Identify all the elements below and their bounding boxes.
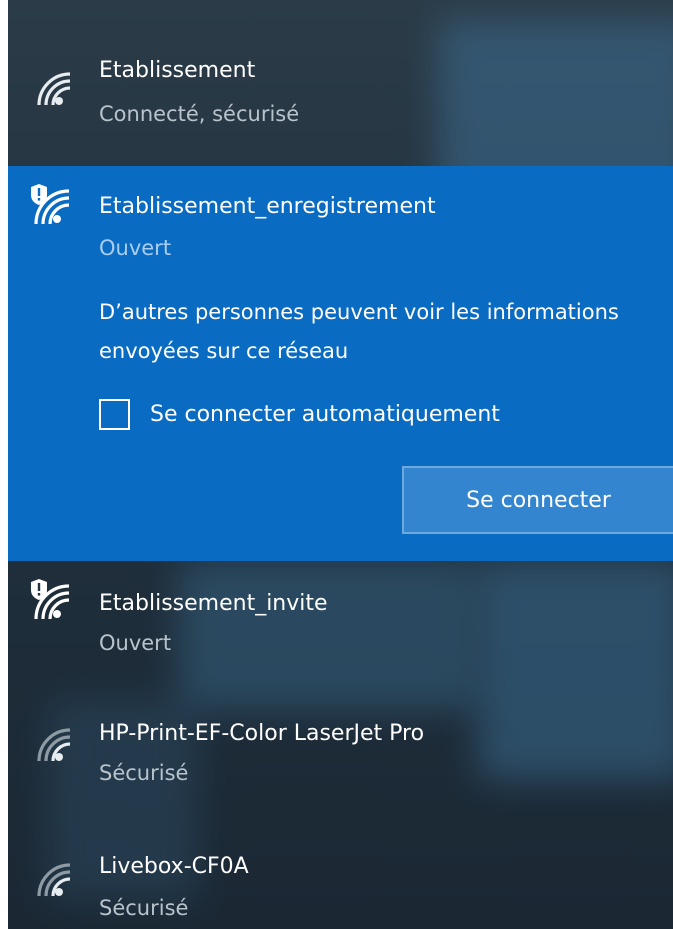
network-status: Sécurisé [99, 896, 189, 920]
network-ssid: Etablissement_invite [99, 591, 328, 616]
wifi-secured-icon [37, 728, 71, 762]
connect-button[interactable]: Se connecter [402, 466, 673, 534]
network-ssid: Etablissement_enregistrement [99, 194, 436, 219]
open-network-warning: D’autres personnes peuvent voir les info… [99, 300, 619, 363]
network-item-hp-print[interactable]: HP-Print-EF-Color LaserJet Pro Sécurisé [8, 705, 673, 810]
network-item-etablissement[interactable]: Etablissement Connecté, sécurisé [8, 40, 673, 160]
network-ssid: Livebox-CF0A [99, 854, 249, 879]
auto-connect-label: Se connecter automatiquement [150, 401, 500, 427]
auto-connect-option[interactable]: Se connecter automatiquement [99, 394, 500, 434]
wifi-network-flyout: Etablissement Connecté, sécurisé Etablis… [8, 0, 673, 929]
network-item-livebox[interactable]: Livebox-CF0A Sécurisé [8, 840, 673, 929]
wifi-open-warning-icon [31, 184, 70, 225]
network-ssid: HP-Print-EF-Color LaserJet Pro [99, 721, 425, 746]
network-status: Sécurisé [99, 761, 189, 785]
network-status: Ouvert [99, 236, 172, 260]
network-ssid: Etablissement [99, 58, 256, 83]
wifi-open-warning-icon [31, 579, 70, 620]
network-status: Connecté, sécurisé [99, 102, 300, 126]
wifi-secured-icon [37, 72, 71, 106]
network-status: Ouvert [99, 631, 172, 655]
wifi-secured-icon [37, 863, 71, 897]
auto-connect-checkbox[interactable] [99, 398, 130, 430]
network-item-etablissement-enregistrement[interactable]: Etablissement_enregistrement Ouvert D’au… [8, 166, 673, 561]
network-item-etablissement-invite[interactable]: Etablissement_invite Ouvert [8, 575, 673, 680]
